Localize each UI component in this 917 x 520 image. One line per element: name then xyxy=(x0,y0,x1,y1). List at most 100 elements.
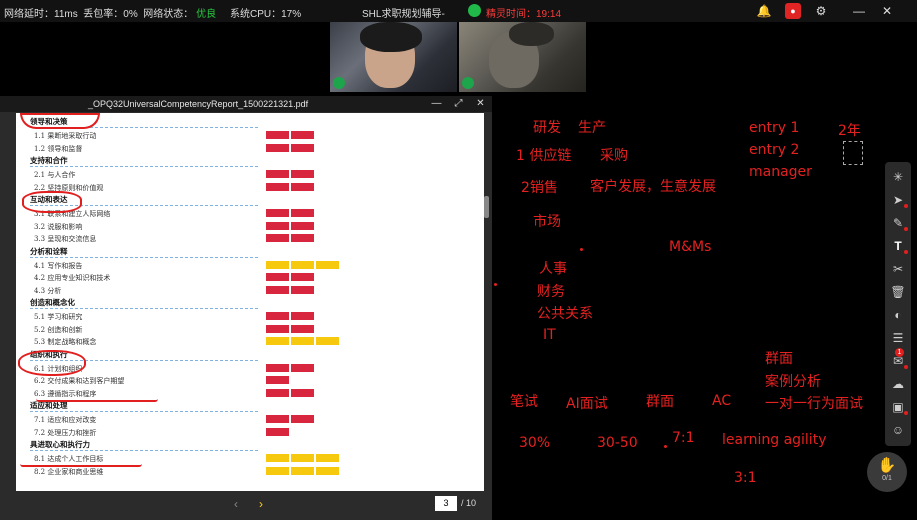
pdf-section-heading: 分析和诠释 xyxy=(16,245,484,259)
toolbox-icon[interactable]: ▣ xyxy=(888,398,908,416)
competency-label: 8.2 企业家和商业思维 xyxy=(34,467,104,476)
score-block xyxy=(291,285,314,294)
competency-row: 4.1 写作和报告 xyxy=(16,259,484,272)
annotation-dot xyxy=(664,445,667,448)
page-number-input[interactable]: 3 xyxy=(435,496,457,511)
competency-label: 6.2 交付成果和达到客户期望 xyxy=(34,377,125,385)
pdf-scrollbar[interactable] xyxy=(484,196,489,218)
select-arrow-icon[interactable]: ➤ xyxy=(888,191,908,209)
annotation-it: IT xyxy=(543,327,556,343)
text-tool-icon[interactable]: T xyxy=(888,237,908,255)
score-blocks xyxy=(266,170,314,178)
mic-icon xyxy=(462,77,474,89)
competency-label: 7.1 适应和应对改变 xyxy=(34,416,97,424)
score-block xyxy=(266,285,289,294)
close-icon[interactable]: ✕ xyxy=(474,97,487,110)
score-block xyxy=(266,143,289,152)
score-block xyxy=(316,260,339,269)
raise-hand-button[interactable]: ✋ 0/1 xyxy=(867,452,907,492)
score-block xyxy=(266,170,289,178)
annotation-entry1: entry 1 xyxy=(749,120,800,136)
section-divider xyxy=(30,450,258,451)
net-status-label: 网络状态： xyxy=(143,9,194,20)
pdf-filename: _OPQ32UniversalCompetencyReport_15002213… xyxy=(88,99,309,109)
score-blocks xyxy=(266,324,314,333)
prev-page-button[interactable]: ‹ xyxy=(229,497,243,511)
score-block xyxy=(266,427,289,436)
record-toggle-icon[interactable]: ◐ xyxy=(888,306,908,324)
score-block xyxy=(266,273,289,281)
score-block xyxy=(266,221,289,230)
cloud-icon[interactable]: ☁ xyxy=(888,375,908,393)
chat-icon[interactable]: ✉ 1 xyxy=(888,348,908,370)
score-blocks xyxy=(266,273,314,281)
score-block xyxy=(291,415,314,423)
annotation-sales: 2销售 xyxy=(521,180,558,196)
minimize-icon[interactable]: — xyxy=(430,97,443,110)
annotation-stroke xyxy=(22,191,82,213)
record-icon[interactable]: ● xyxy=(785,3,801,19)
next-page-button[interactable]: › xyxy=(254,497,268,511)
section-divider xyxy=(30,308,258,309)
score-block xyxy=(291,273,314,281)
score-block xyxy=(291,363,314,372)
minimize-icon[interactable]: — xyxy=(851,3,867,19)
participant-hair xyxy=(360,22,422,52)
annotation-market: 市场 xyxy=(533,214,561,230)
score-blocks xyxy=(266,466,339,475)
score-block xyxy=(266,131,289,139)
score-block xyxy=(266,260,289,269)
pdf-page[interactable]: 领导和决策 1.1 果断地采取行动 1.2 领导和监督 支持和合作 2.1 与人合作 2.… xyxy=(16,113,484,491)
score-block xyxy=(291,260,314,269)
scissors-icon[interactable]: ✂ xyxy=(888,260,908,278)
annotation-production: 生产 xyxy=(578,120,606,136)
competency-label: 4.3 分析 xyxy=(34,286,62,295)
annotation-ai: AI面试 xyxy=(566,396,608,412)
trash-icon[interactable]: 🗑 xyxy=(888,283,908,301)
score-blocks xyxy=(266,376,289,384)
score-blocks xyxy=(266,285,314,294)
annotation-agility: learning agility xyxy=(722,432,827,448)
score-block xyxy=(291,170,314,178)
score-blocks xyxy=(266,260,339,269)
score-blocks xyxy=(266,209,314,217)
hand-icon: ✋ xyxy=(877,457,897,474)
section-divider xyxy=(30,411,258,412)
competency-row: 4.2 应用专业知识和技术 xyxy=(16,271,484,284)
laser-pointer-icon[interactable]: ✳ xyxy=(888,168,908,186)
score-blocks xyxy=(266,454,339,462)
competency-label: 7.2 处理压力和挫折 xyxy=(34,428,97,437)
restore-icon[interactable]: ⤢ xyxy=(452,97,465,110)
competency-row: 1.2 领导和监督 xyxy=(16,142,484,155)
competency-row: 1.1 果断地采取行动 xyxy=(16,129,484,142)
competency-row: 3.2 说服和影响 xyxy=(16,220,484,233)
score-block xyxy=(291,466,314,475)
competency-row: 7.2 处理压力和挫折 xyxy=(16,426,484,439)
bell-icon[interactable]: 🔔 xyxy=(756,3,772,19)
video-tile-participant-1[interactable] xyxy=(330,22,457,92)
pen-icon[interactable]: ✎ xyxy=(888,214,908,232)
competency-row: 5.2 创造和创新 xyxy=(16,323,484,336)
score-block xyxy=(316,466,339,475)
score-blocks xyxy=(266,363,314,372)
annotation-case: 案例分析 xyxy=(765,374,821,390)
whiteboard-icon[interactable]: ☰ xyxy=(888,329,908,347)
clock-icon xyxy=(468,4,481,17)
score-block xyxy=(266,182,289,191)
network-stats: 网络延时：11ms 丢包率：0% 网络状态： 优良 系统CPU：17% xyxy=(4,5,301,20)
whiteboard-toolbar: ✳ ➤ ✎ T ✂ 🗑 ◐ ☰ ✉ 1 ☁ ▣ ☺ xyxy=(885,162,911,446)
latency-text: 网络延时：11ms xyxy=(4,9,78,20)
score-block xyxy=(291,454,314,462)
net-status-value: 优良 xyxy=(196,9,217,20)
gear-icon[interactable]: ⚙ xyxy=(813,3,829,19)
pdf-viewer-window[interactable]: _OPQ32UniversalCompetencyReport_15002213… xyxy=(0,96,492,520)
text-cursor-box xyxy=(843,141,863,165)
annotation-30-50: 30-50 xyxy=(597,435,638,451)
active-dot xyxy=(904,227,908,231)
section-title: 具进取心和执行力 xyxy=(30,440,90,449)
close-icon[interactable]: ✕ xyxy=(879,3,895,19)
video-tile-participant-2[interactable] xyxy=(459,22,586,92)
competency-row: 6.1 计划和组织 xyxy=(16,362,484,375)
active-dot xyxy=(904,204,908,208)
members-icon[interactable]: ☺ xyxy=(888,421,908,439)
